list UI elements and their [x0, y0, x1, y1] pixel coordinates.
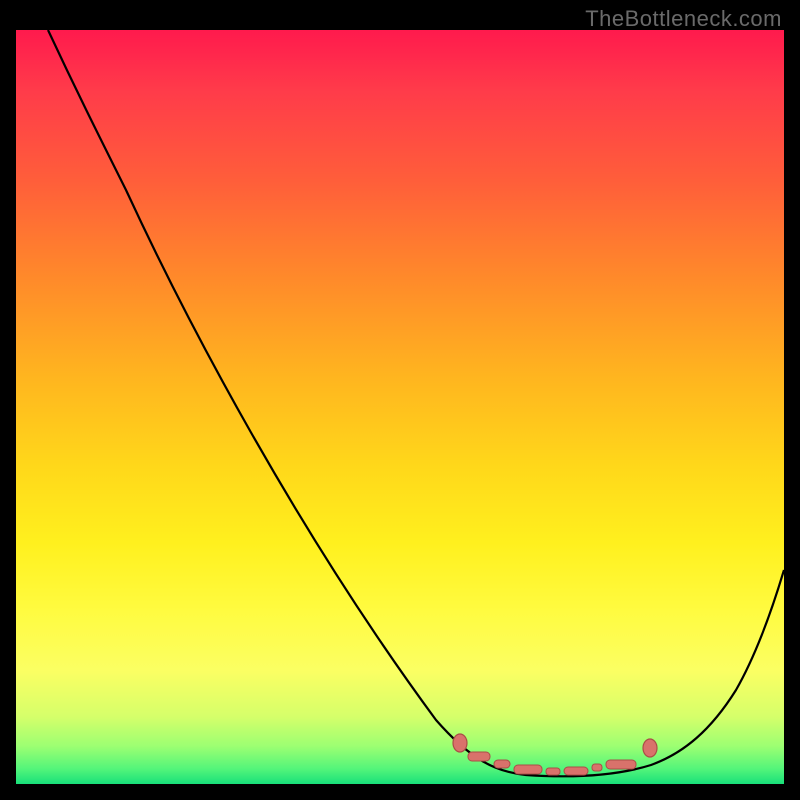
marker-dash-5 — [564, 767, 588, 775]
marker-dash-6 — [592, 764, 602, 771]
marker-dash-1 — [468, 752, 490, 761]
bottleneck-curve — [48, 30, 784, 776]
marker-dash-3 — [514, 765, 542, 774]
plot-area — [16, 30, 784, 784]
marker-dash-2 — [494, 760, 510, 768]
marker-dash-7 — [606, 760, 636, 769]
marker-dot-right — [643, 739, 657, 757]
marker-dash-4 — [546, 768, 560, 775]
chart-container: TheBottleneck.com — [0, 0, 800, 800]
marker-dot-left — [453, 734, 467, 752]
watermark-text: TheBottleneck.com — [585, 6, 782, 32]
curve-svg — [16, 30, 784, 784]
